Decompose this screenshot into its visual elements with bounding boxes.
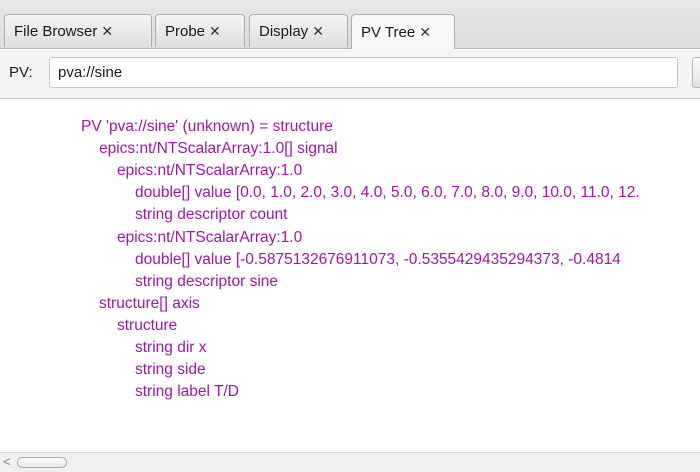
tree-node[interactable]: string descriptor sine [135, 271, 278, 293]
tab-strip: File Browser ✕ Probe ✕ Display ✕ PV Tree… [0, 0, 700, 49]
tab-label: Probe [165, 22, 206, 40]
tree-node[interactable]: structure [117, 315, 177, 337]
tab-file-browser[interactable]: File Browser ✕ [4, 14, 152, 47]
tree-node[interactable]: epics:nt/NTScalarArray:1.0 [117, 160, 302, 182]
pv-tree-window: File Browser ✕ Probe ✕ Display ✕ PV Tree… [0, 0, 700, 472]
tree-node[interactable]: structure[] axis [99, 293, 200, 315]
tree-node[interactable]: string label T/D [135, 381, 239, 403]
close-icon[interactable]: ✕ [419, 24, 431, 41]
tree-node[interactable]: epics:nt/NTScalarArray:1.0 [117, 227, 302, 249]
tab-probe[interactable]: Probe ✕ [155, 14, 245, 47]
close-icon[interactable]: ✕ [101, 23, 113, 40]
tab-pv-tree[interactable]: PV Tree ✕ [351, 14, 455, 49]
pv-tree-view[interactable]: PV 'pva://sine' (unknown) = structure epi… [0, 98, 700, 453]
tree-node[interactable]: double[] value [0.0, 1.0, 2.0, 3.0, 4.0,… [135, 182, 640, 204]
tree-node[interactable]: string dir x [135, 337, 207, 359]
tree-node[interactable]: string descriptor count [135, 204, 288, 226]
horizontal-scrollbar[interactable]: < [0, 452, 700, 472]
tree-node[interactable]: epics:nt/NTScalarArray:1.0[] signal [99, 138, 338, 160]
scroll-left-arrow-icon[interactable]: < [3, 454, 11, 470]
pv-name-input[interactable] [49, 57, 678, 88]
close-icon[interactable]: ✕ [312, 23, 324, 40]
tab-label: File Browser [14, 22, 98, 40]
pv-side-button[interactable] [692, 57, 700, 88]
close-icon[interactable]: ✕ [209, 23, 221, 40]
tree-node[interactable]: PV 'pva://sine' (unknown) = structure [81, 116, 333, 138]
pv-input-row: PV: [0, 49, 700, 98]
scroll-thumb[interactable] [17, 457, 67, 468]
tree-node[interactable]: double[] value [-0.5875132676911073, -0.… [135, 249, 621, 271]
tab-label: PV Tree [361, 23, 416, 41]
tree-node[interactable]: string side [135, 359, 206, 381]
tab-display[interactable]: Display ✕ [249, 14, 348, 47]
tab-label: Display [259, 22, 309, 40]
pv-label: PV: [9, 64, 33, 81]
